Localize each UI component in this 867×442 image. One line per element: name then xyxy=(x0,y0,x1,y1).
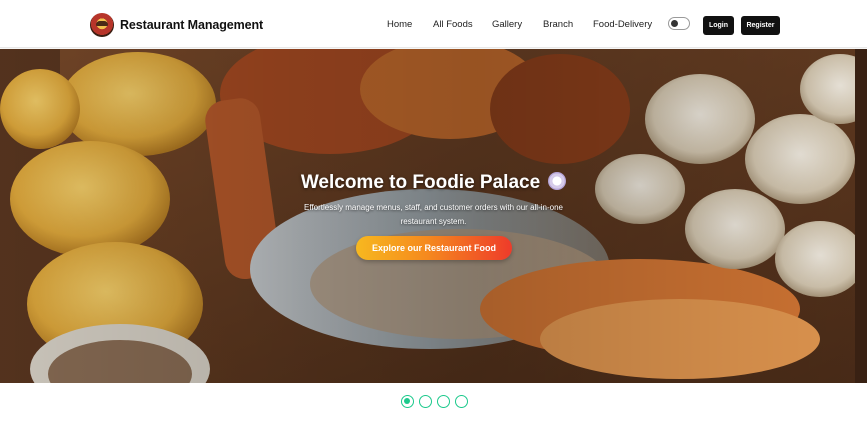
theme-toggle-icon xyxy=(671,20,678,27)
carousel-dot-4[interactable] xyxy=(455,395,468,408)
nav-link-branch[interactable]: Branch xyxy=(543,19,573,30)
hero-title-text: Welcome to Foodie Palace xyxy=(300,172,541,193)
nav-link-home[interactable]: Home xyxy=(387,19,412,30)
hero-title: Welcome to Foodie Palace xyxy=(0,172,867,194)
nav-link-food-delivery[interactable]: Food-Delivery xyxy=(593,19,652,30)
carousel-dot-3[interactable] xyxy=(437,395,450,408)
navbar: Restaurant Management Home All Foods Gal… xyxy=(0,0,867,48)
nav-link-gallery[interactable]: Gallery xyxy=(492,19,522,30)
explore-food-button[interactable]: Explore our Restaurant Food xyxy=(356,236,512,260)
theme-toggle[interactable] xyxy=(668,17,690,30)
nav-links: Home All Foods Gallery Branch Food-Deliv… xyxy=(0,19,867,33)
nav-link-all-foods[interactable]: All Foods xyxy=(433,19,473,30)
carousel-dot-2[interactable] xyxy=(419,395,432,408)
hero-banner: Welcome to Foodie Palace Effortlessly ma… xyxy=(0,49,867,383)
hero-subtitle: Effortlessly manage menus, staff, and cu… xyxy=(304,203,563,226)
carousel-dot-1[interactable] xyxy=(401,395,414,408)
login-button[interactable]: Login xyxy=(703,16,734,35)
plate-icon xyxy=(548,172,567,191)
register-button[interactable]: Register xyxy=(741,16,780,35)
